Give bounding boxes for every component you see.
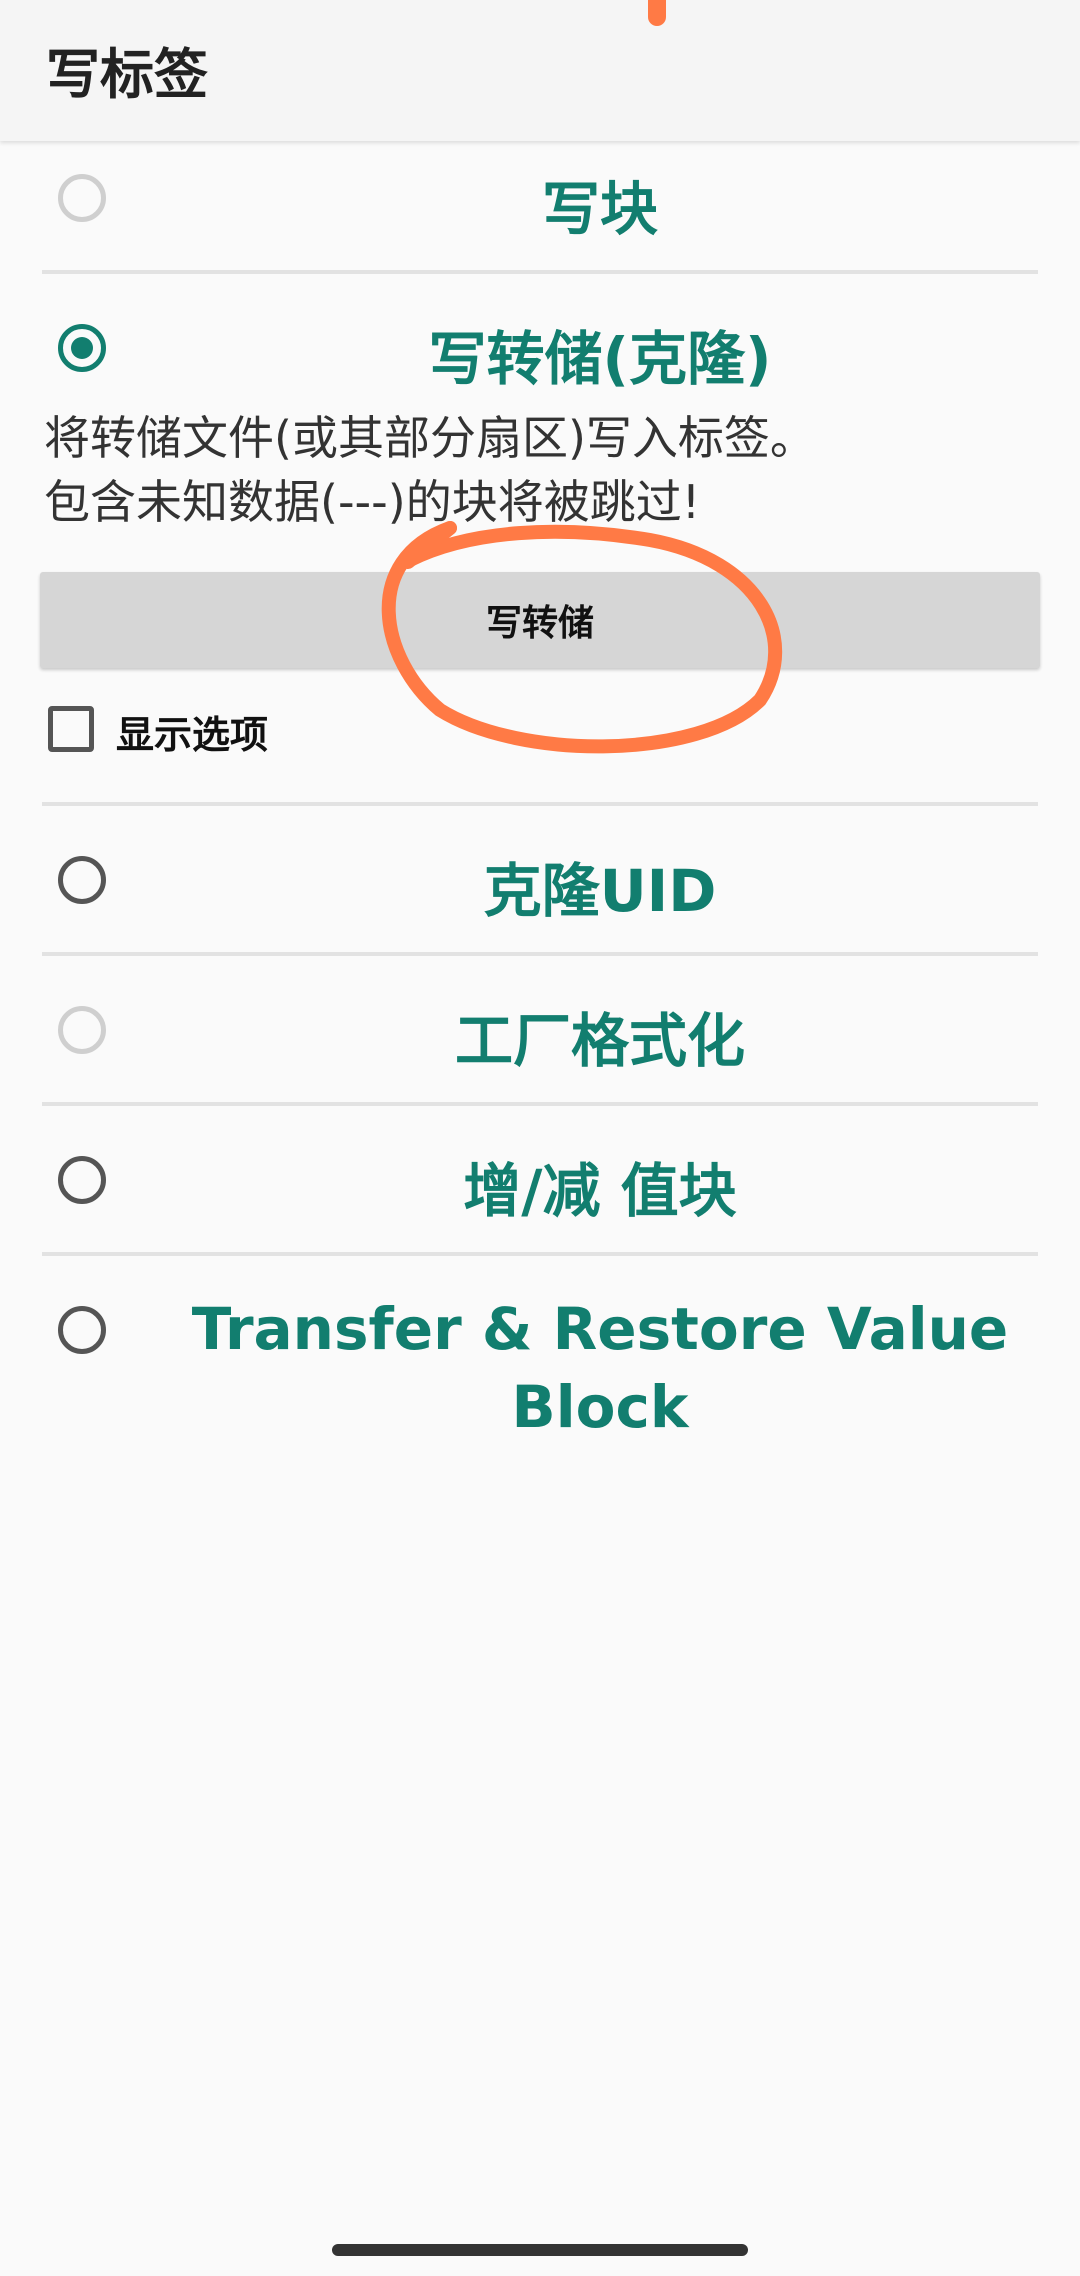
radio-value-block[interactable] — [58, 1156, 106, 1204]
annotation-mark — [648, 0, 666, 26]
divider — [42, 270, 1038, 274]
divider — [42, 1252, 1038, 1256]
radio-selected-dot — [71, 337, 93, 359]
transfer-restore-line-2: Block — [511, 1373, 689, 1441]
option-transfer-restore-label[interactable]: Transfer & Restore Value Block — [150, 1290, 1050, 1446]
write-dump-description: 将转储文件(或其部分扇区)写入标签。 包含未知数据(---)的块将被跳过! — [44, 406, 1024, 534]
option-write-dump-label[interactable]: 写转储(克隆) — [150, 312, 1050, 396]
description-line-1: 将转储文件(或其部分扇区)写入标签。 — [44, 411, 816, 465]
radio-transfer-restore[interactable] — [58, 1306, 106, 1354]
radio-factory-format[interactable] — [58, 1006, 106, 1054]
radio-clone-uid[interactable] — [58, 856, 106, 904]
write-dump-button[interactable]: 写转储 — [40, 572, 1040, 668]
radio-write-block[interactable] — [58, 174, 106, 222]
divider — [42, 802, 1038, 806]
option-clone-uid-label[interactable]: 克隆UID — [150, 844, 1050, 928]
option-factory-format-label[interactable]: 工厂格式化 — [150, 994, 1050, 1078]
option-value-block-label[interactable]: 增/减 值块 — [150, 1144, 1050, 1228]
radio-write-dump[interactable] — [58, 324, 106, 372]
divider — [42, 952, 1038, 956]
page-title: 写标签 — [46, 43, 208, 106]
transfer-restore-line-1: Transfer & Restore Value — [191, 1295, 1009, 1363]
option-write-block-label[interactable]: 写块 — [150, 162, 1050, 246]
divider — [42, 1102, 1038, 1106]
description-line-2: 包含未知数据(---)的块将被跳过! — [44, 475, 701, 529]
app-bar: 写标签 — [0, 0, 1080, 141]
show-options-label[interactable]: 显示选项 — [116, 704, 268, 759]
home-indicator[interactable] — [332, 2244, 748, 2256]
show-options-checkbox[interactable] — [48, 706, 94, 752]
